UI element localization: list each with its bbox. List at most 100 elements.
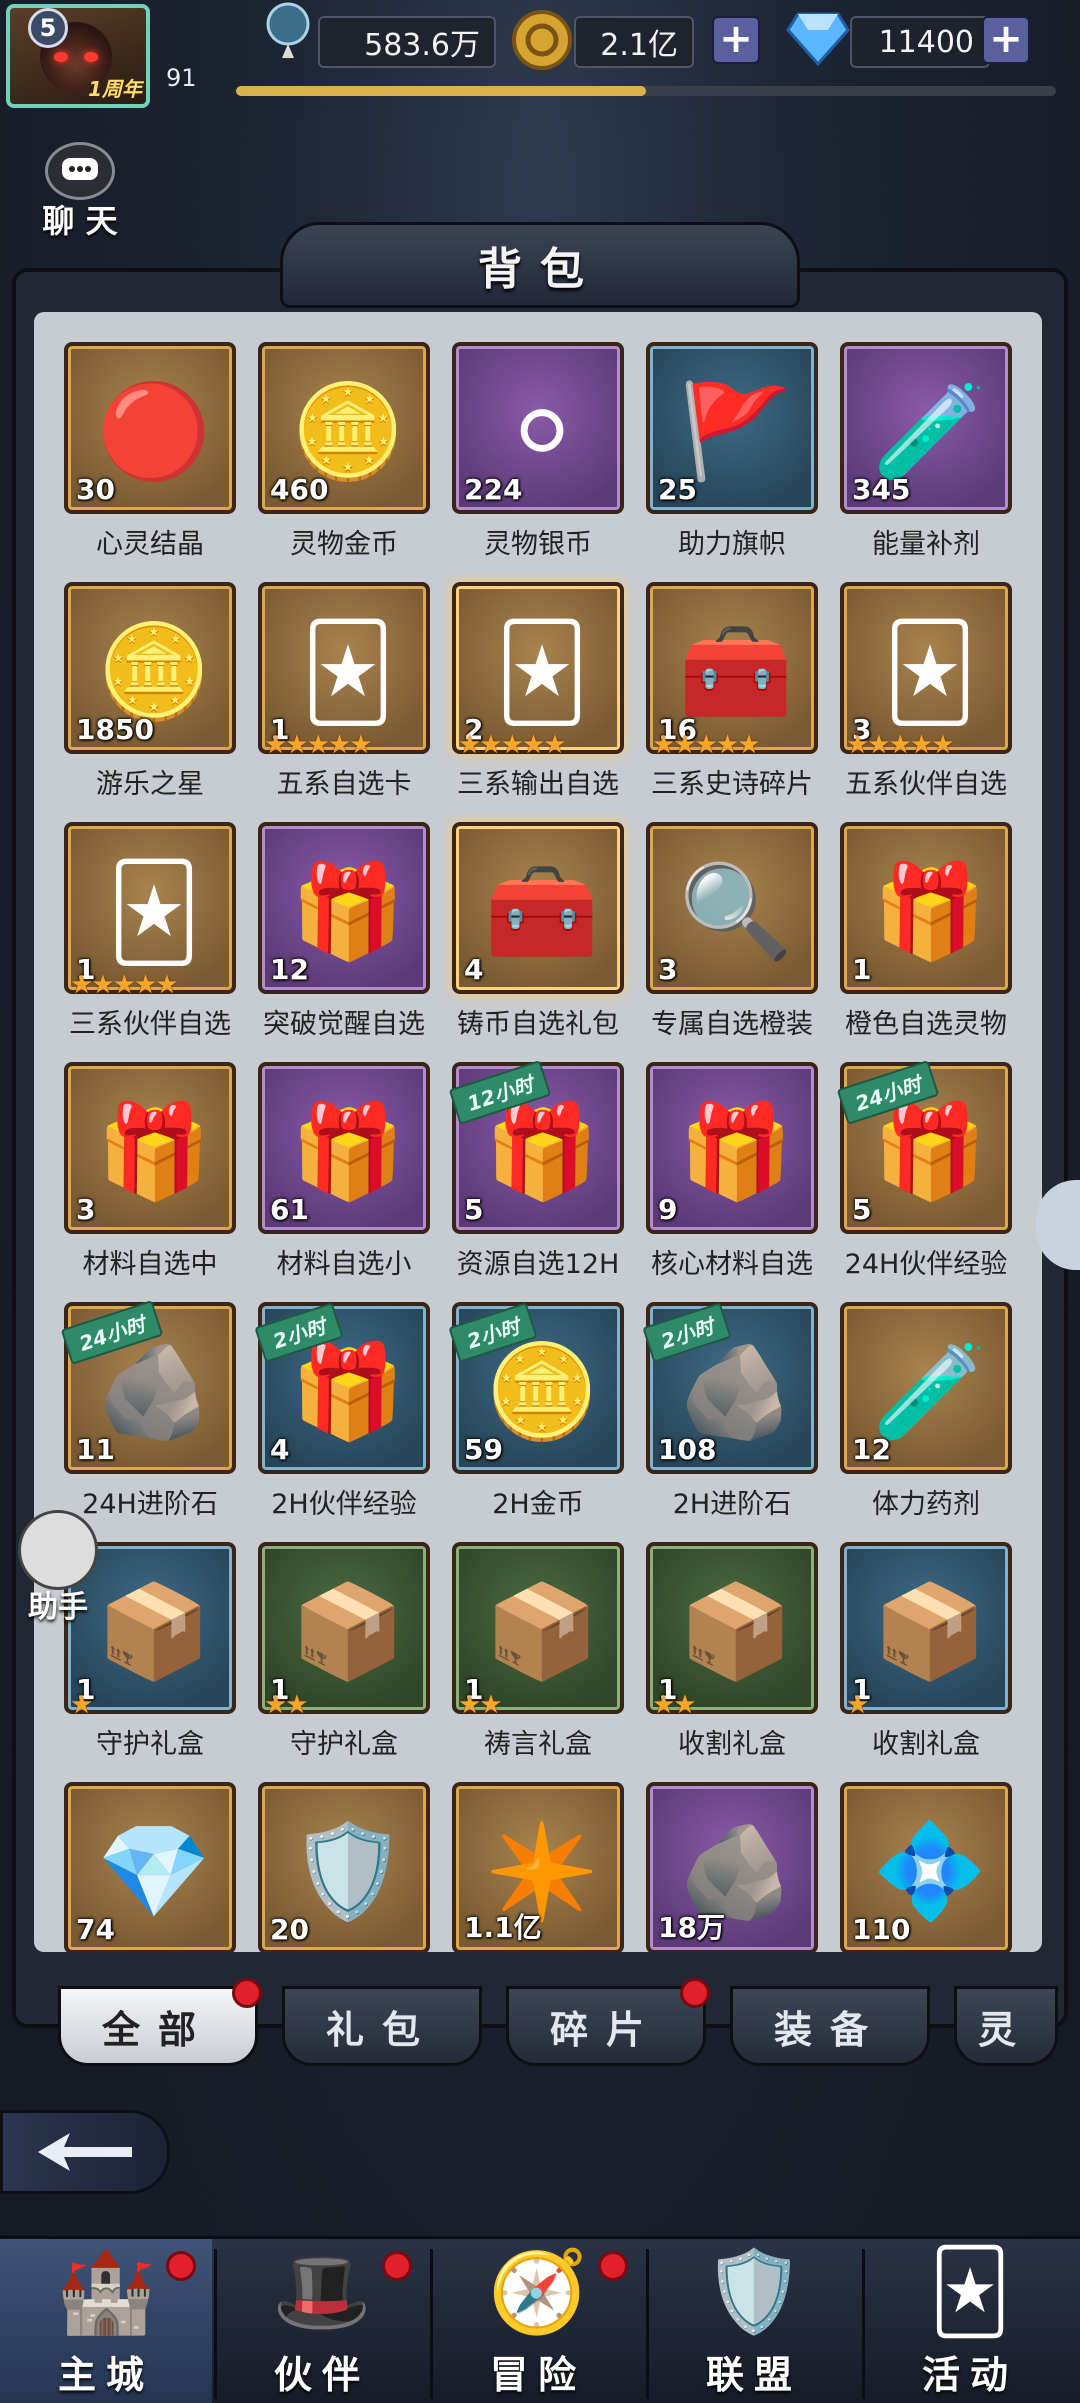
item-stars: ★★★★★ — [458, 730, 567, 760]
chat-button[interactable]: 聊 天 — [30, 142, 130, 242]
wizard-hat-icon: 🎩 — [272, 2244, 372, 2338]
add-diamond-button[interactable]: + — [982, 16, 1030, 64]
add-gold-button[interactable]: + — [712, 16, 760, 64]
backpack-item[interactable]: 🃏 1 ★★★★★ 五系自选卡 — [258, 582, 430, 801]
backpack-item[interactable]: 🪨 18万 — [646, 1782, 818, 1952]
backpack-item[interactable]: 🚩 25 助力旗帜 — [646, 342, 818, 561]
item-tile[interactable]: 🧪 12 — [840, 1302, 1012, 1474]
backpack-item[interactable]: 🎁 12小时 5 资源自选12H — [448, 1060, 624, 1281]
item-tile[interactable]: 🪨 18万 — [646, 1782, 818, 1952]
item-name: 灵物金币 — [290, 529, 398, 560]
backpack-item[interactable]: 🎁 2小时 4 2H伙伴经验 — [254, 1302, 430, 1521]
item-tile[interactable]: 🎁 12 — [258, 822, 430, 994]
item-tile[interactable]: 🎁 61 — [258, 1062, 430, 1234]
backpack-item[interactable]: 📦 1 ★ 收割礼盒 — [840, 1542, 1012, 1761]
item-tile[interactable]: 🎁 12小时 5 — [448, 1060, 624, 1234]
tab-4[interactable]: 灵 — [954, 1986, 1058, 2066]
backpack-item[interactable]: ⚪ 224 灵物银币 — [452, 342, 624, 561]
item-tile[interactable]: ✴️ 1.1亿 — [452, 1782, 624, 1952]
item-tile[interactable]: 🪨 24小时 11 — [60, 1300, 236, 1474]
helper-button[interactable]: 助手 — [8, 1510, 108, 1626]
nav-label: 伙伴 — [273, 2353, 370, 2397]
item-tile[interactable]: 🪙 2小时 59 — [448, 1302, 624, 1474]
item-quantity: 224 — [464, 473, 523, 506]
backpack-item[interactable]: 🃏 1 ★★★★★ 三系伙伴自选 — [64, 822, 236, 1041]
item-tile[interactable]: 🃏 3 ★★★★★ — [840, 582, 1012, 760]
tab-0[interactable]: 全部 — [58, 1986, 258, 2066]
backpack-item[interactable]: 🎁 1 橙色自选灵物 — [840, 822, 1012, 1041]
nav-compass[interactable]: 🧭 冒险 — [432, 2239, 644, 2403]
item-tile[interactable]: 🎁 1 — [840, 822, 1012, 994]
backpack-item[interactable]: 🪨 24小时 11 24H进阶石 — [60, 1300, 236, 1521]
item-tile[interactable]: 🎁 9 — [646, 1062, 818, 1234]
backpack-item[interactable]: 🧰 16 ★★★★★ 三系史诗碎片 — [646, 582, 818, 801]
backpack-item[interactable]: 🎁 9 核心材料自选 — [646, 1062, 818, 1281]
backpack-item[interactable]: 📦 1 ★★ 守护礼盒 — [258, 1542, 430, 1761]
item-tile[interactable]: 🎁 24小时 5 — [836, 1060, 1012, 1234]
backpack-item[interactable]: 🪙 2小时 59 2H金币 — [448, 1302, 624, 1521]
avatar-eye — [54, 52, 68, 62]
backpack-item[interactable]: 💎 74 — [64, 1782, 236, 1952]
backpack-item[interactable]: 🎁 24小时 5 24H伙伴经验 — [836, 1060, 1012, 1281]
item-tile[interactable]: 📦 1 ★★ — [258, 1542, 430, 1720]
gold-value: 2.1亿 — [574, 16, 694, 68]
item-tile[interactable]: 🔴 30 — [64, 342, 236, 514]
item-tile[interactable]: 🛡️ 20 — [258, 1782, 430, 1952]
nav-castle[interactable]: 🏰 主城 — [0, 2239, 212, 2403]
backpack-item[interactable]: 💠 110 — [840, 1782, 1012, 1952]
item-tile[interactable]: 💠 110 — [840, 1782, 1012, 1952]
item-tile[interactable]: 🧪 345 — [840, 342, 1012, 514]
item-name: 五系自选卡 — [276, 769, 412, 800]
item-tile[interactable]: 💎 74 — [64, 1782, 236, 1952]
backpack-item[interactable]: 🎁 12 突破觉醒自选 — [258, 822, 430, 1041]
backpack-item[interactable]: 📦 1 ★★ 收割礼盒 — [646, 1542, 818, 1761]
nav-cards[interactable]: 🃏 活动 — [864, 2239, 1076, 2403]
item-name: 收割礼盒 — [678, 1729, 786, 1760]
item-tile[interactable]: 🃏 1 ★★★★★ — [258, 582, 430, 760]
item-tile[interactable]: 🧰 4 — [452, 822, 624, 994]
backpack-item[interactable]: 🛡️ 20 — [258, 1782, 430, 1952]
item-tile[interactable]: 🪙 460 — [258, 342, 430, 514]
backpack-item[interactable]: 🃏 2 ★★★★★ 三系输出自选 — [452, 582, 624, 801]
item-tile[interactable]: 📦 1 ★★ — [452, 1542, 624, 1720]
item-tile[interactable]: 🧰 16 ★★★★★ — [646, 582, 818, 760]
item-grid[interactable]: 🔴 30 心灵结晶 🪙 460 灵物金币 ⚪ 224 灵物银币 🚩 25 助力旗帜 🧪 345 能量补剂 🪙 1… — [34, 312, 1042, 1952]
player-avatar[interactable]: 1周年 — [6, 4, 150, 108]
backpack-item[interactable]: 🪨 2小时 108 2H进阶石 — [642, 1302, 818, 1521]
backpack-item[interactable]: 🎁 61 材料自选小 — [258, 1062, 430, 1281]
backpack-item[interactable]: 🃏 3 ★★★★★ 五系伙伴自选 — [840, 582, 1012, 801]
backpack-item[interactable]: 🧪 12 体力药剂 — [840, 1302, 1012, 1521]
item-tile[interactable]: 🃏 2 ★★★★★ — [452, 582, 624, 760]
item-tile[interactable]: 🪨 2小时 108 — [642, 1302, 818, 1474]
back-button[interactable] — [0, 2110, 170, 2194]
shield-emblem-icon: 🛡️ — [704, 2244, 804, 2338]
tab-2[interactable]: 碎片 — [506, 1986, 706, 2066]
nav-wizard-hat[interactable]: 🎩 伙伴 — [216, 2239, 428, 2403]
backpack-item[interactable]: 🔴 30 心灵结晶 — [64, 342, 236, 561]
backpack-item[interactable]: 📦 1 ★★ 祷言礼盒 — [452, 1542, 624, 1761]
backpack-item[interactable]: 🧰 4 铸币自选礼包 — [452, 822, 624, 1041]
item-tile[interactable]: 🎁 3 — [64, 1062, 236, 1234]
player-level: 91 — [166, 64, 197, 92]
backpack-item[interactable]: 🎁 3 材料自选中 — [64, 1062, 236, 1281]
item-tile[interactable]: 🪙 1850 — [64, 582, 236, 754]
helper-avatar — [18, 1510, 98, 1590]
backpack-item[interactable]: 🪙 460 灵物金币 — [258, 342, 430, 561]
backpack-item[interactable]: 🪙 1850 游乐之星 — [64, 582, 236, 801]
item-tile[interactable]: 🃏 1 ★★★★★ — [64, 822, 236, 1000]
item-tile[interactable]: 🔍 3 — [646, 822, 818, 994]
item-tile[interactable]: 📦 1 ★ — [840, 1542, 1012, 1720]
helper-label: 助手 — [28, 1590, 88, 1625]
item-tile[interactable]: ⚪ 224 — [452, 342, 624, 514]
tab-3[interactable]: 装备 — [730, 1986, 930, 2066]
backpack-item[interactable]: 🔍 3 专属自选橙装 — [646, 822, 818, 1041]
nav-shield-emblem[interactable]: 🛡️ 联盟 — [648, 2239, 860, 2403]
compass-icon: 🧭 — [488, 2244, 588, 2338]
item-tile[interactable]: 🚩 25 — [646, 342, 818, 514]
item-tile[interactable]: 📦 1 ★★ — [646, 1542, 818, 1720]
item-tile[interactable]: 🎁 2小时 4 — [254, 1302, 430, 1474]
tab-1[interactable]: 礼包 — [282, 1986, 482, 2066]
nav-label: 活动 — [921, 2353, 1018, 2397]
backpack-item[interactable]: ✴️ 1.1亿 — [452, 1782, 624, 1952]
backpack-item[interactable]: 🧪 345 能量补剂 — [840, 342, 1012, 561]
